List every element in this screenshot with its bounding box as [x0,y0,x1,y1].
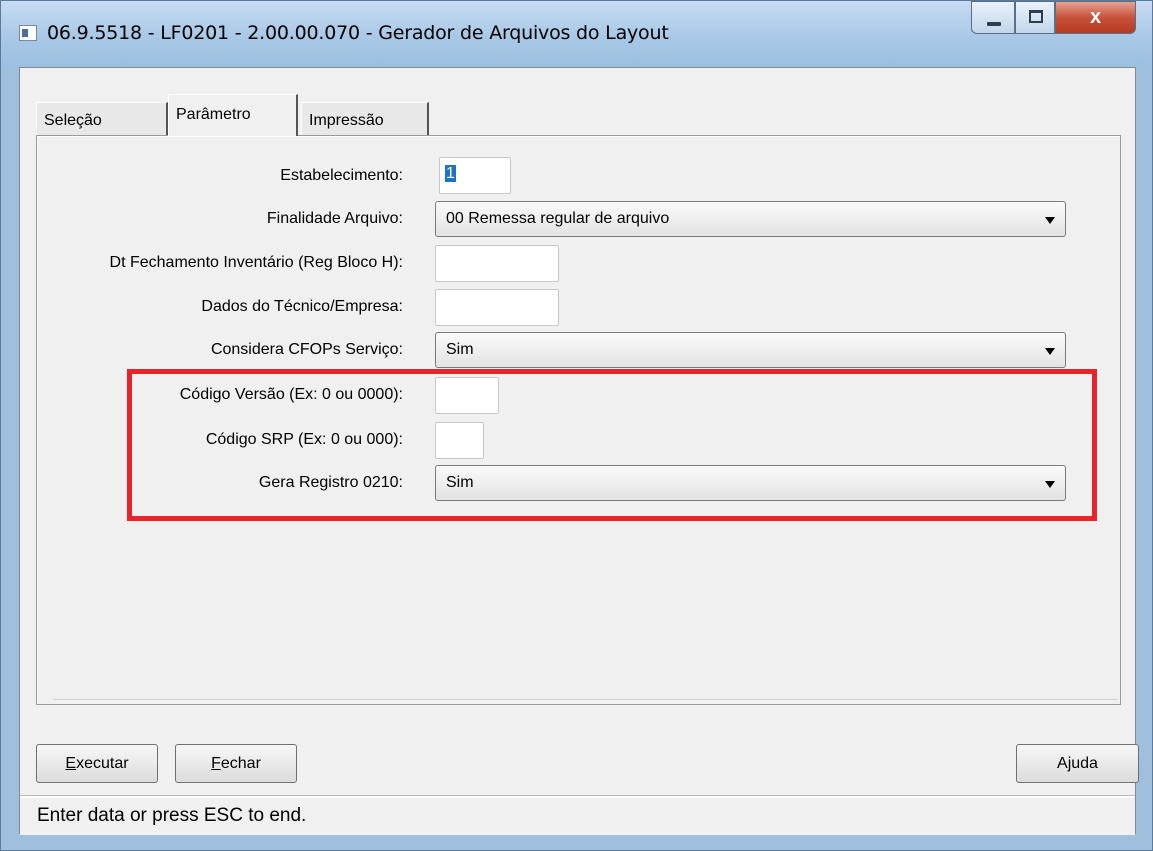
codigo-versao-input[interactable] [435,377,499,414]
maximize-button[interactable] [1015,1,1055,34]
finalidade-value: 00 Remessa regular de arquivo [446,210,670,227]
tab-label: Parâmetro [176,106,251,123]
client-area: Seleção Parâmetro Impressão Estabelecime… [19,67,1139,835]
dropdown-arrow-icon [1045,348,1055,355]
gera-registro-select[interactable]: Sim [435,465,1066,501]
considera-cfops-value: Sim [446,341,474,358]
tab-selecao[interactable]: Seleção [36,102,168,135]
dados-tecnico-label: Dados do Técnico/Empresa: [201,298,403,315]
gera-registro-label: Gera Registro 0210: [258,474,403,491]
maximize-icon [1029,10,1043,23]
estabelecimento-value: 1 [445,165,456,182]
tab-parametro[interactable]: Parâmetro [168,94,298,136]
gera-registro-value: Sim [446,474,474,491]
dropdown-arrow-icon [1045,481,1055,488]
dt-fechamento-input[interactable] [435,245,559,282]
considera-cfops-select[interactable]: Sim [435,332,1066,368]
finalidade-select[interactable]: 00 Remessa regular de arquivo [435,201,1066,237]
app-window: 06.9.5518 - LF0201 - 2.00.00.070 - Gerad… [0,0,1153,851]
estabelecimento-label: Estabelecimento: [280,167,403,184]
minimize-icon [987,22,1001,26]
dados-tecnico-input[interactable] [435,289,559,326]
window-title: 06.9.5518 - LF0201 - 2.00.00.070 - Gerad… [47,22,669,44]
estabelecimento-input[interactable]: 1 [439,157,511,194]
minimize-button[interactable] [971,1,1015,34]
executar-label: xecutar [76,755,129,772]
codigo-srp-label: Código SRP (Ex: 0 ou 000): [205,431,403,448]
ajuda-button[interactable]: Ajuda [1016,744,1139,783]
ajuda-label: Ajuda [1057,755,1098,772]
tab-label: Impressão [309,112,384,129]
considera-cfops-label: Considera CFOPs Serviço: [210,341,403,358]
tab-impressao[interactable]: Impressão [301,102,429,135]
executar-button[interactable]: Executar [36,744,158,783]
close-icon: x [1089,6,1102,28]
codigo-versao-label: Código Versão (Ex: 0 ou 0000): [179,386,403,403]
fechar-button[interactable]: Fechar [175,744,297,783]
dt-fechamento-label: Dt Fechamento Inventário (Reg Bloco H): [109,254,403,271]
status-bar: Enter data or press ESC to end. [20,795,1135,835]
tab-panel: Estabelecimento: 1 Finalidade Arquivo: 0… [36,135,1121,705]
tab-label: Seleção [44,112,102,129]
close-button[interactable]: x [1055,1,1136,34]
dropdown-arrow-icon [1045,217,1055,224]
title-bar[interactable]: 06.9.5518 - LF0201 - 2.00.00.070 - Gerad… [1,1,1152,67]
executar-mnemonic: E [65,755,77,772]
window-icon[interactable] [19,25,37,41]
status-text: Enter data or press ESC to end. [37,805,307,826]
finalidade-label: Finalidade Arquivo: [266,210,403,227]
codigo-srp-input[interactable] [435,422,484,459]
form-area: Estabelecimento: 1 Finalidade Arquivo: 0… [53,144,1117,700]
fechar-label: echar [220,755,261,772]
fechar-mnemonic: F [211,755,221,772]
